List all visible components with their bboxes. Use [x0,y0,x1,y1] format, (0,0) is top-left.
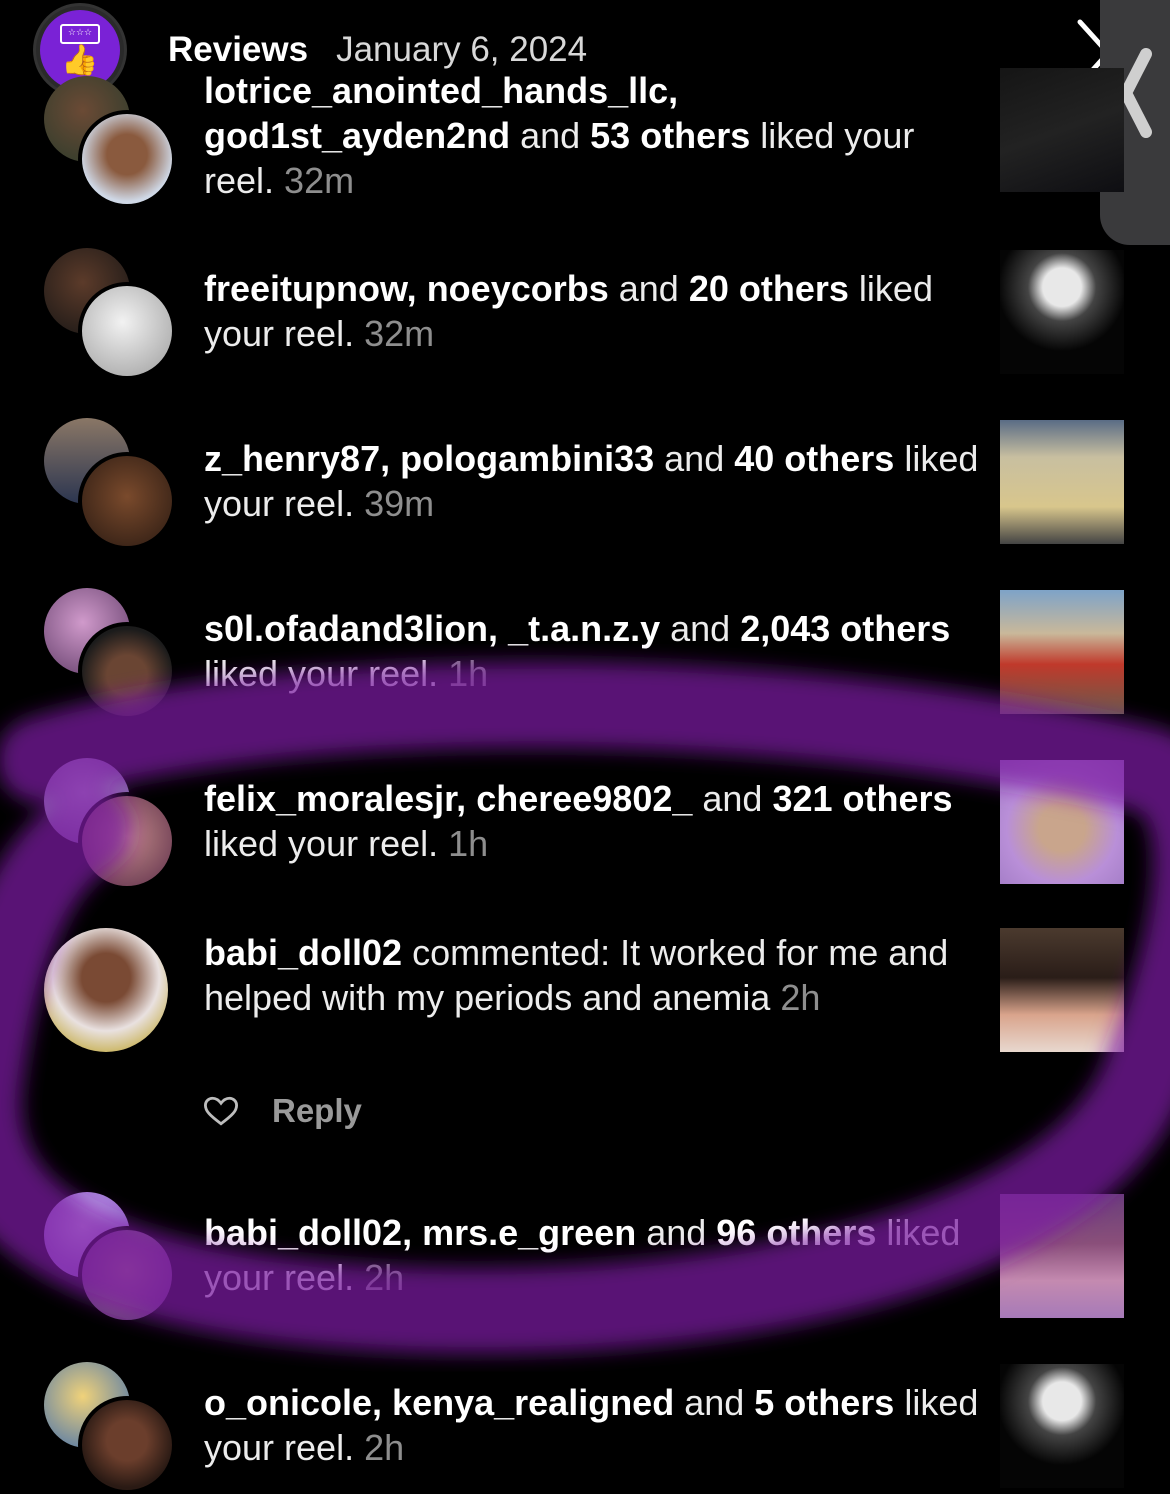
reel-thumbnail[interactable] [1000,250,1124,374]
reel-thumbnail[interactable] [1000,760,1124,884]
avatar [78,622,176,720]
username[interactable]: noeycorbs [427,268,609,309]
notification-text: z_henry87, pologambini33 and 40 others l… [204,438,979,524]
others-count[interactable]: 40 others [734,438,894,479]
reel-thumbnail[interactable] [1000,1364,1124,1488]
username[interactable]: kenya_realigned [392,1382,674,1423]
others-count[interactable]: 5 others [754,1382,894,1423]
username[interactable]: felix_moralesjr [204,778,456,819]
username[interactable]: z_henry87 [204,438,380,479]
heart-outline-icon[interactable] [204,1095,238,1127]
notification-text: felix_moralesjr, cheree9802_ and 321 oth… [204,778,953,864]
avatar-stack[interactable] [44,758,176,890]
others-count[interactable]: 53 others [590,115,750,156]
username[interactable]: babi_doll02 [204,1212,402,1253]
timestamp: 39m [364,483,435,524]
notification-text: freeitupnow, noeycorbs and 20 others lik… [204,268,933,354]
story-title[interactable]: Reviews [168,30,308,70]
timestamp: 1h [448,653,489,694]
notification-text: s0l.ofadand3lion, _t.a.n.z.y and 2,043 o… [204,608,951,694]
avatar [78,1226,176,1324]
avatar [78,792,176,890]
username[interactable]: god1st_ayden2nd [204,115,510,156]
username[interactable]: freeitupnow [204,268,407,309]
avatar-stack[interactable] [44,1192,176,1324]
story-date: January 6, 2024 [336,30,588,69]
timestamp: 32m [284,160,355,201]
comment-actions: Reply [204,1092,362,1130]
others-count[interactable]: 96 others [716,1212,876,1253]
username[interactable]: cheree9802_ [476,778,692,819]
username[interactable]: s0l.ofadand3lion [204,608,488,649]
notification-text: babi_doll02, mrs.e_green and 96 others l… [204,1212,961,1298]
others-count[interactable]: 2,043 others [740,608,950,649]
others-count[interactable]: 321 others [772,778,952,819]
avatar-stack[interactable] [44,928,174,1058]
avatar-stack[interactable] [44,588,176,720]
username[interactable]: babi_doll02 [204,932,402,973]
username[interactable]: pologambini33 [400,438,654,479]
avatar [44,928,168,1052]
avatar-stack[interactable] [44,76,176,208]
username[interactable]: mrs.e_green [422,1212,636,1253]
reel-thumbnail[interactable] [1000,928,1124,1052]
avatar-stack[interactable] [44,248,176,380]
notification-text: o_onicole, kenya_realigned and 5 others … [204,1382,979,1468]
username[interactable]: o_onicole [204,1382,372,1423]
avatar [78,1396,176,1494]
timestamp: 1h [448,823,489,864]
username[interactable]: lotrice_anointed_hands_llc [204,70,668,111]
reply-button[interactable]: Reply [272,1092,362,1130]
avatar [78,452,176,550]
timestamp: 2h [364,1257,405,1298]
timestamp: 2h [364,1427,405,1468]
avatar [78,110,176,208]
action-text: liked your reel. [204,823,439,864]
avatar-stack[interactable] [44,1362,176,1494]
timestamp: 2h [780,977,821,1018]
avatar [78,282,176,380]
notification-text: babi_doll02 commented: It worked for me … [204,930,984,1020]
reel-thumbnail[interactable] [1000,1194,1124,1318]
timestamp: 32m [364,313,435,354]
reel-thumbnail[interactable] [1000,590,1124,714]
avatar-stack[interactable] [44,418,176,550]
reel-thumbnail[interactable] [1000,68,1124,192]
reel-thumbnail[interactable] [1000,420,1124,544]
others-count[interactable]: 20 others [689,268,849,309]
notification-text: lotrice_anointed_hands_llc, god1st_ayden… [204,70,915,201]
action-text: liked your reel. [204,653,439,694]
username[interactable]: _t.a.n.z.y [508,608,660,649]
